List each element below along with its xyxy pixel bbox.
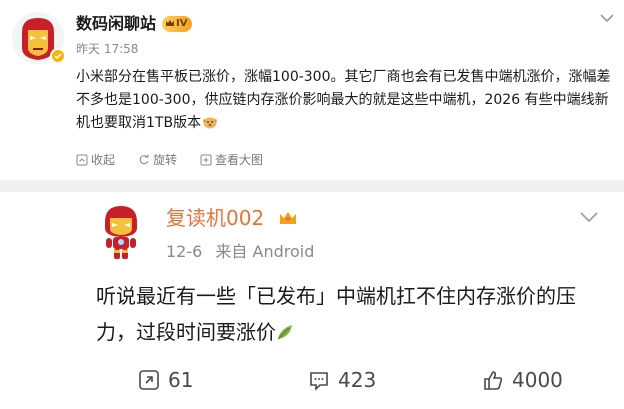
thumbs-up-icon: [484, 371, 503, 390]
repost-icon: [139, 370, 159, 390]
iron-man-chibi-avatar-icon[interactable]: [96, 202, 146, 260]
verified-badge-icon: [50, 48, 66, 64]
crown-icon: [280, 212, 296, 224]
quoted-text: 听说最近有一些「已发布」中端机扛不住内存涨价的压力，过段时间要涨价: [96, 284, 576, 344]
view-big-image-label: 查看大图: [215, 153, 264, 167]
chevron-down-icon[interactable]: [598, 12, 616, 24]
view-big-image-icon: [200, 154, 212, 166]
leaf-emoji-icon: [277, 325, 292, 340]
collapse-label: 收起: [91, 153, 116, 167]
vip-level: IV: [176, 18, 188, 29]
comment-icon: [310, 372, 328, 391]
rotate-label: 旋转: [153, 153, 178, 167]
post-body: 小米部分在售平板已涨价，涨幅100-300。其它厂商也会有已发售中端机涨价，涨幅…: [76, 66, 616, 135]
section-divider: [0, 180, 624, 192]
quoted-meta: 12-6 来自 Android: [166, 242, 314, 262]
dog-emoji-icon: [203, 117, 218, 129]
post-timestamp: 昨天 17:58: [76, 42, 139, 56]
chevron-down-icon[interactable]: [578, 210, 600, 224]
repost-count: 61: [168, 368, 194, 392]
post-username[interactable]: 数码闲聊站: [76, 14, 156, 34]
like-count: 4000: [512, 368, 563, 392]
quoted-username[interactable]: 复读机002: [166, 204, 264, 232]
post-card: 数码闲聊站 IV 昨天 17:58 小米部分在售平板已涨价，涨幅100-300。…: [0, 0, 624, 180]
quoted-body: 听说最近有一些「已发布」中端机扛不住内存涨价的压力，过段时间要涨价: [96, 278, 606, 350]
quoted-actions: 61 423 4000: [0, 366, 624, 394]
post-text: 小米部分在售平板已涨价，涨幅100-300。其它厂商也会有已发售中端机涨价，涨幅…: [76, 69, 611, 131]
quoted-post-card[interactable]: 复读机002 12-6 来自 Android 听说最近有一些「已发布」中端机扛不…: [0, 192, 624, 409]
quoted-date: 12-6: [166, 242, 203, 261]
collapse-icon: [76, 154, 88, 166]
quoted-source: 来自 Android: [215, 242, 315, 261]
comment-count: 423: [338, 368, 377, 392]
crown-icon: [166, 20, 174, 26]
rotate-icon: [139, 154, 149, 165]
vip-badge[interactable]: IV: [162, 16, 192, 32]
